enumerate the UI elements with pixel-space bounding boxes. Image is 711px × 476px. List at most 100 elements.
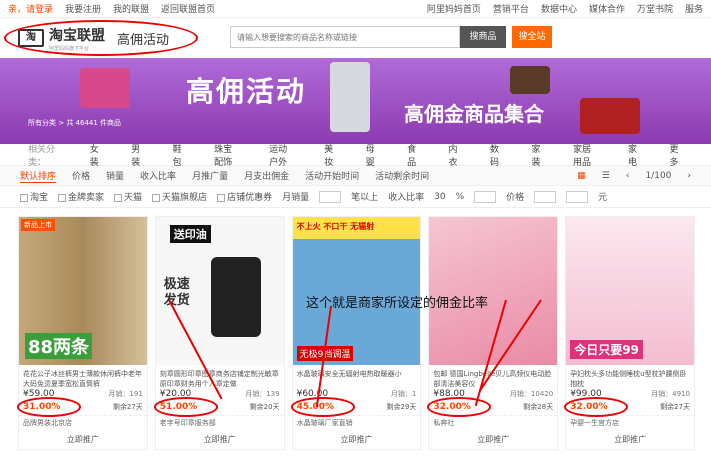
category-item[interactable]: 内衣 [449, 142, 462, 168]
product-title[interactable]: 花花公子冰丝裤男士薄款休闲裤中老年大码免烫夏季宽松直筒裤 [19, 365, 147, 389]
shop-name[interactable]: 私奔社 [429, 415, 558, 430]
search-input[interactable] [230, 26, 460, 48]
breadcrumb: 所有分类 > 共 46441 件商品 [28, 119, 122, 127]
filter-tmall[interactable]: 天猫 [114, 190, 142, 203]
category-item[interactable]: 女装 [90, 142, 103, 168]
shop-name[interactable]: 老字号印章服务部 [155, 415, 284, 430]
product-card[interactable]: 送印油 极速发货 刻章圆形印章图章商务店铺定制光敏章原印章财务用个人章定做 ¥2… [153, 216, 285, 450]
highlight-oval [564, 397, 629, 417]
shop-name[interactable]: 水晶玻璃厂家直销 [292, 415, 421, 430]
sort-start[interactable]: 活动开始时间 [305, 169, 359, 182]
rate-min-value[interactable]: 30 [434, 192, 445, 202]
product-image[interactable]: 送印油 极速发货 [155, 217, 284, 365]
rate-max-input[interactable] [474, 190, 497, 203]
list-view-icon[interactable]: ☰ [602, 171, 610, 181]
product-title[interactable]: 刻章圆形印章图章商务店铺定制光敏章原印章财务用个人章定做 [156, 365, 284, 389]
promote-button[interactable]: 立即推广 [614, 434, 646, 445]
price-min-input[interactable] [534, 190, 557, 203]
marketing-link[interactable]: 营销平台 [493, 2, 529, 15]
login-link[interactable]: 亲，请登录 [8, 2, 53, 15]
category-item[interactable]: 美妆 [324, 142, 337, 168]
my-union-link[interactable]: 我的联盟 [113, 2, 149, 15]
category-item[interactable]: 家居用品 [573, 142, 600, 168]
product-card[interactable]: 不上火 不口干 无辐射 无极9档调温 水晶玻璃安全无辐射电热取暖器小 ¥60.0… [290, 216, 422, 450]
category-item[interactable]: 男装 [131, 142, 144, 168]
category-item[interactable]: 母婴 [366, 142, 379, 168]
product-card[interactable]: 今日只要99 孕妇枕头多功能侧睡枕u型枕护腰侧卧抱枕 ¥99.00 月销：4910… [564, 216, 695, 450]
product-image[interactable]: 今日只要99 [566, 217, 694, 365]
product-title[interactable]: 水晶玻璃安全无辐射电热取暖器小 [293, 365, 421, 389]
promote-button[interactable]: 立即推广 [477, 434, 509, 445]
shop-name[interactable]: 孕婴一生官方店 [566, 415, 694, 430]
product-sold: 月销：139 [245, 390, 280, 398]
category-bar: 相关分类： 女装 男装 鞋包 珠宝配饰 运动户外 美妆 母婴 食品 内衣 数码 … [0, 142, 711, 168]
service-link[interactable]: 服务 [685, 2, 703, 15]
banner-subtitle: 高佣金商品集合 [404, 102, 544, 126]
sort-bar: 默认排序 价格 销量 收入比率 月推广量 月支出佣金 活动开始时间 活动剩余时间… [0, 166, 711, 186]
data-center-link[interactable]: 数据中心 [541, 2, 577, 15]
monthly-sales-label: 月销量 [282, 193, 310, 203]
product-tag: 新品上市 [21, 219, 55, 231]
filter-flagship[interactable]: 天猫旗舰店 [152, 190, 207, 203]
rate-unit: % [455, 191, 465, 202]
sort-default[interactable]: 默认排序 [20, 169, 57, 183]
category-item[interactable]: 食品 [407, 142, 420, 168]
next-page-icon[interactable]: › [687, 171, 691, 181]
sort-rate[interactable]: 收入比率 [140, 169, 176, 182]
remaining-days: 剩余20天 [249, 403, 280, 411]
home-link[interactable]: 返回联盟首页 [161, 2, 215, 15]
banner-title: 高佣活动 [186, 75, 307, 108]
grid-view-icon[interactable]: ▦ [577, 171, 586, 181]
price-max-input[interactable] [566, 190, 589, 203]
search-all-button[interactable]: 搜全站 [512, 26, 552, 48]
food-image [580, 98, 640, 134]
promote-button[interactable]: 立即推广 [67, 434, 99, 445]
sort-sales[interactable]: 销量 [106, 169, 124, 182]
category-label: 相关分类： [28, 144, 56, 168]
price-unit: 元 [598, 193, 608, 203]
category-more[interactable]: 更多 [669, 142, 682, 168]
filter-taobao[interactable]: 淘宝 [20, 190, 48, 203]
register-link[interactable]: 我要注册 [65, 2, 101, 15]
category-item[interactable]: 家装 [532, 142, 545, 168]
category-item[interactable]: 运动户外 [269, 142, 296, 168]
sort-remaining[interactable]: 活动剩余时间 [375, 169, 429, 182]
remaining-days: 剩余28天 [523, 403, 554, 411]
category-item[interactable]: 数码 [490, 142, 503, 168]
academy-link[interactable]: 万堂书院 [637, 2, 673, 15]
sort-price[interactable]: 价格 [72, 169, 90, 182]
filter-coupon[interactable]: 店铺优惠券 [217, 190, 272, 203]
remaining-days: 剩余27天 [112, 403, 143, 411]
product-card[interactable]: 新品上市 88两条 花花公子冰丝裤男士薄款休闲裤中老年大码免烫夏季宽松直筒裤 ¥… [17, 216, 148, 450]
product-image[interactable]: 新品上市 88两条 [19, 217, 147, 365]
category-item[interactable]: 家电 [628, 142, 641, 168]
product-image[interactable]: 不上火 不口干 无辐射 无极9档调温 [292, 217, 421, 365]
price-label: 价格 [506, 193, 525, 203]
category-item[interactable]: 鞋包 [173, 142, 186, 168]
remaining-days: 剩余29天 [386, 403, 417, 411]
wallet-image [510, 66, 550, 94]
highlight-oval [4, 20, 198, 56]
page-indicator: 1/100 [645, 170, 672, 181]
product-tag: 不上火 不口干 无辐射 [296, 222, 375, 231]
product-promo-text: 88两条 [25, 333, 93, 359]
product-title[interactable]: 孕妇枕头多功能侧睡枕u型枕护腰侧卧抱枕 [566, 365, 694, 389]
alimama-link[interactable]: 阿里妈妈首页 [427, 2, 481, 15]
header: 淘 淘宝联盟 阿里妈妈旗下平台 高佣活动 搜商品 搜全站 [0, 18, 711, 58]
product-card[interactable]: 包邮 德国Lingbelle贝儿高频仪电动脸部清洁美容仪 ¥88.00 月销：10… [427, 216, 559, 450]
category-item[interactable]: 珠宝配饰 [214, 142, 241, 168]
media-link[interactable]: 媒体合作 [589, 2, 625, 15]
monthly-sales-input[interactable] [319, 190, 342, 203]
product-promo-text: 今日只要99 [570, 340, 643, 359]
sort-monthly[interactable]: 月推广量 [192, 169, 228, 182]
filter-gold[interactable]: 金牌卖家 [58, 190, 104, 203]
search-button[interactable]: 搜商品 [460, 26, 506, 48]
annotation-text: 这个就是商家所设定的佣金比率 [306, 296, 489, 311]
shop-name[interactable]: 品牌男装北京店 [19, 415, 147, 430]
product-sold: 月销：4910 [651, 390, 690, 398]
promote-button[interactable]: 立即推广 [204, 434, 236, 445]
top-bar: 亲，请登录 我要注册 我的联盟 返回联盟首页 阿里妈妈首页 营销平台 数据中心 … [0, 0, 711, 18]
prev-page-icon[interactable]: ‹ [626, 171, 630, 181]
sort-commission[interactable]: 月支出佣金 [244, 169, 289, 182]
promote-button[interactable]: 立即推广 [340, 434, 372, 445]
